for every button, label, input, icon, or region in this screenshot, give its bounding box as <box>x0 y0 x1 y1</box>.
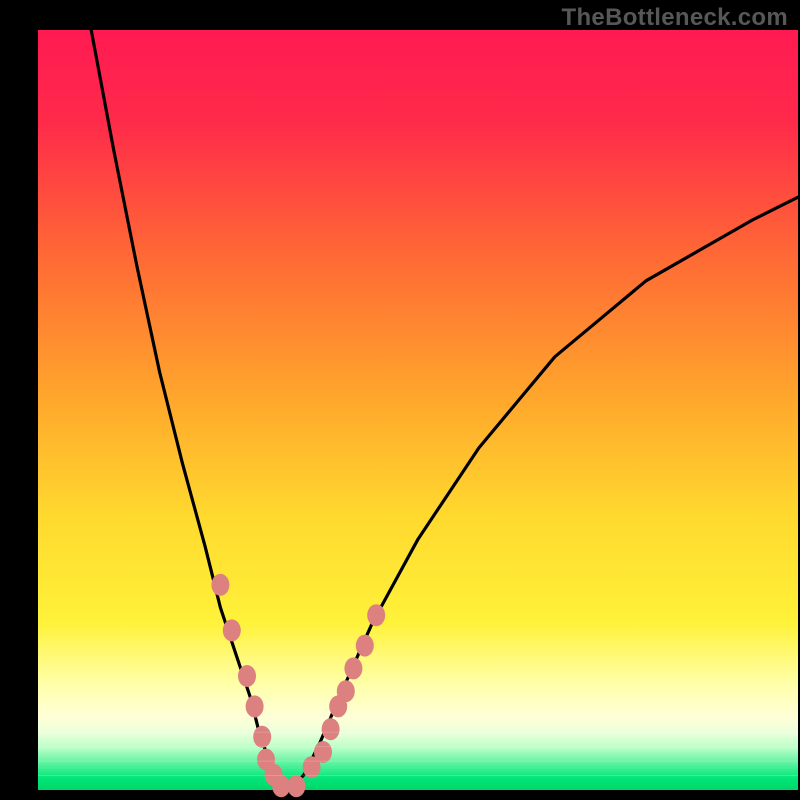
curve-marker <box>287 775 305 797</box>
chart-container: TheBottleneck.com <box>0 0 800 800</box>
curve-marker <box>337 680 355 702</box>
curve-marker <box>356 635 374 657</box>
curve-marker <box>322 718 340 740</box>
curve-marker <box>246 695 264 717</box>
curve-marker <box>253 726 271 748</box>
watermark-text: TheBottleneck.com <box>562 4 788 32</box>
curve-marker <box>223 619 241 641</box>
curve-marker <box>344 657 362 679</box>
curve-marker <box>211 574 229 596</box>
curve-marker <box>314 741 332 763</box>
gradient-background <box>38 30 798 790</box>
curve-marker <box>238 665 256 687</box>
bottleneck-chart <box>0 0 800 800</box>
curve-marker <box>367 604 385 626</box>
